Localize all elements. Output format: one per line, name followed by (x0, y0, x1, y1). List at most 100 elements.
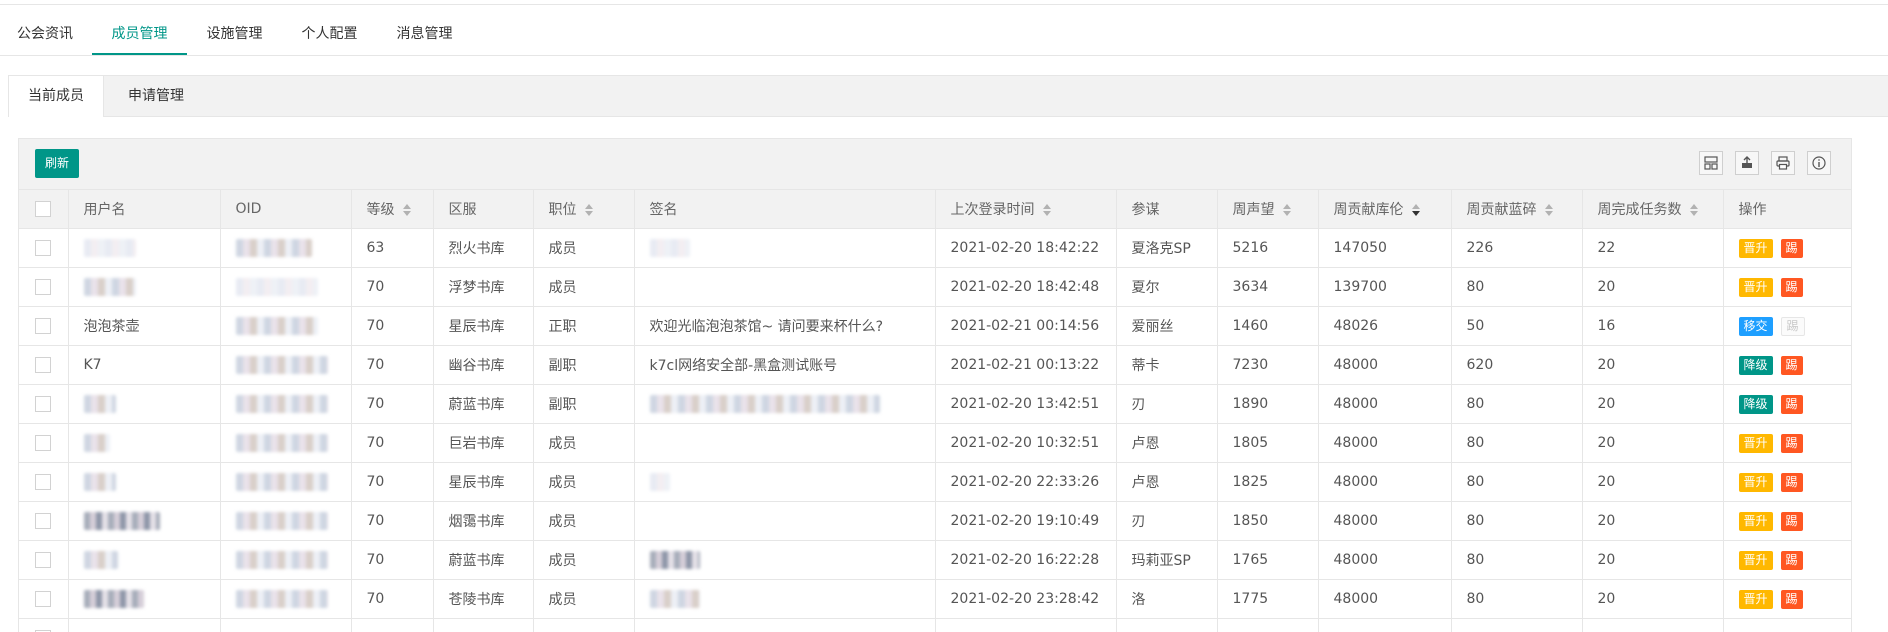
cell-level: 70 (351, 502, 433, 541)
sort-icon[interactable] (1043, 204, 1051, 216)
col-position[interactable]: 职位 (533, 190, 634, 229)
kick-button[interactable]: 踢 (1781, 356, 1803, 375)
member-table-container: 刷新 用户名 OID 等级 区服 职位 (18, 138, 1852, 632)
table-row[interactable]: 70巨岩书库成员2021-02-20 10:32:51卢恩18054800080… (19, 424, 1851, 463)
kick-button[interactable]: 踢 (1781, 512, 1803, 531)
kick-button[interactable]: 踢 (1781, 239, 1803, 258)
cell-weekly-rep: 1460 (1217, 307, 1318, 346)
sort-icon[interactable] (585, 204, 593, 216)
select-all-checkbox[interactable] (19, 190, 68, 229)
promote-button[interactable]: 晋升 (1739, 512, 1773, 531)
table-row[interactable]: K770幽谷书库副职k7cl网络安全部-黑盒测试账号2021-02-21 00:… (19, 346, 1851, 385)
cell-weekly-tasks: 20 (1582, 268, 1723, 307)
row-checkbox[interactable] (19, 541, 68, 580)
export-icon[interactable] (1735, 151, 1759, 175)
col-last-login[interactable]: 上次登录时间 (935, 190, 1116, 229)
sort-icon[interactable] (1283, 204, 1291, 216)
kick-button[interactable]: 踢 (1781, 551, 1803, 570)
col-weekly-tasks[interactable]: 周完成任务数 (1582, 190, 1723, 229)
table-row[interactable]: 70浮梦书库成员2021-02-20 18:42:48夏尔36341397008… (19, 268, 1851, 307)
cell-weekly-rep: 7230 (1217, 346, 1318, 385)
tab-member-management[interactable]: 成员管理 (92, 16, 187, 55)
table-row[interactable] (19, 619, 1851, 632)
table-row[interactable]: 70蔚蓝书库副职2021-02-20 13:42:51刃189048000802… (19, 385, 1851, 424)
cell-level: 70 (351, 307, 433, 346)
promote-button[interactable]: 晋升 (1739, 590, 1773, 609)
kick-button[interactable]: 踢 (1781, 395, 1803, 414)
row-checkbox[interactable] (19, 229, 68, 268)
tab-facility-management[interactable]: 设施管理 (187, 16, 282, 53)
redacted-oid (236, 434, 328, 452)
sort-desc-icon[interactable] (1412, 204, 1420, 216)
row-checkbox[interactable] (19, 268, 68, 307)
sort-icon[interactable] (1545, 204, 1553, 216)
cell-weekly-tasks: 16 (1582, 307, 1723, 346)
row-checkbox[interactable] (19, 580, 68, 619)
tab-application-management[interactable]: 申请管理 (111, 76, 201, 116)
cell-weekly-blue: 226 (1451, 229, 1582, 268)
cell-signature (634, 268, 935, 307)
redacted-username (84, 395, 116, 413)
demote-button[interactable]: 降级 (1739, 356, 1773, 375)
promote-button[interactable]: 晋升 (1739, 278, 1773, 297)
promote-button[interactable]: 晋升 (1739, 551, 1773, 570)
cell-position: 成员 (533, 268, 634, 307)
print-icon[interactable] (1771, 151, 1795, 175)
col-weekly-coulomb[interactable]: 周贡献库伦 (1318, 190, 1451, 229)
tab-guild-info[interactable]: 公会资讯 (0, 16, 90, 53)
kick-button[interactable]: 踢 (1781, 317, 1805, 336)
promote-button[interactable]: 晋升 (1739, 239, 1773, 258)
cell-server: 烟霭书库 (433, 502, 533, 541)
sub-tab-bar: 当前成员 申请管理 (8, 75, 1888, 117)
cell-level: 70 (351, 424, 433, 463)
table-body: 63烈火书库成员2021-02-20 18:42:22夏洛克SP52161470… (19, 229, 1851, 632)
cell-actions: 晋升踢 (1723, 580, 1851, 619)
col-weekly-blue[interactable]: 周贡献蓝碎 (1451, 190, 1582, 229)
cell-advisor: 玛莉亚SP (1116, 541, 1217, 580)
row-checkbox[interactable] (19, 424, 68, 463)
cell-oid (220, 580, 351, 619)
demote-button[interactable]: 降级 (1739, 395, 1773, 414)
promote-button[interactable]: 晋升 (1739, 434, 1773, 453)
table-cell (1451, 619, 1582, 632)
row-checkbox[interactable] (19, 502, 68, 541)
table-row[interactable]: 70蔚蓝书库成员2021-02-20 16:22:28玛莉亚SP17654800… (19, 541, 1851, 580)
col-level[interactable]: 等级 (351, 190, 433, 229)
table-cell (1723, 619, 1851, 632)
tab-current-members[interactable]: 当前成员 (9, 76, 104, 117)
col-weekly-rep[interactable]: 周声望 (1217, 190, 1318, 229)
row-checkbox[interactable] (19, 619, 68, 632)
cell-weekly-tasks: 20 (1582, 541, 1723, 580)
kick-button[interactable]: 踢 (1781, 278, 1803, 297)
top-border (0, 0, 1888, 5)
cell-server: 巨岩书库 (433, 424, 533, 463)
promote-button[interactable]: 晋升 (1739, 473, 1773, 492)
sort-icon[interactable] (403, 204, 411, 216)
sort-icon[interactable] (1690, 204, 1698, 216)
row-checkbox[interactable] (19, 463, 68, 502)
tab-message-management[interactable]: 消息管理 (377, 16, 472, 53)
row-checkbox[interactable] (19, 307, 68, 346)
row-checkbox[interactable] (19, 385, 68, 424)
kick-button[interactable]: 踢 (1781, 590, 1803, 609)
tab-personal-settings[interactable]: 个人配置 (282, 16, 377, 53)
col-last-login-label: 上次登录时间 (951, 202, 1035, 218)
table-row[interactable]: 泡泡茶壶70星辰书库正职欢迎光临泡泡茶馆~ 请问要来杯什么?2021-02-21… (19, 307, 1851, 346)
table-row[interactable]: 70苍陵书库成员2021-02-20 23:28:42洛177548000802… (19, 580, 1851, 619)
table-row[interactable]: 70烟霭书库成员2021-02-20 19:10:49刃185048000802… (19, 502, 1851, 541)
kick-button[interactable]: 踢 (1781, 473, 1803, 492)
table-row[interactable]: 63烈火书库成员2021-02-20 18:42:22夏洛克SP52161470… (19, 229, 1851, 268)
info-icon[interactable] (1807, 151, 1831, 175)
cell-weekly-rep: 1805 (1217, 424, 1318, 463)
cell-last-login: 2021-02-20 18:42:22 (935, 229, 1116, 268)
cell-last-login: 2021-02-20 10:32:51 (935, 424, 1116, 463)
cell-server: 苍陵书库 (433, 580, 533, 619)
redacted-oid (236, 512, 328, 530)
kick-button[interactable]: 踢 (1781, 434, 1803, 453)
refresh-button[interactable]: 刷新 (35, 149, 79, 178)
columns-icon[interactable] (1699, 151, 1723, 175)
table-row[interactable]: 70星辰书库成员2021-02-20 22:33:26卢恩18254800080… (19, 463, 1851, 502)
row-checkbox[interactable] (19, 346, 68, 385)
transfer-button[interactable]: 移交 (1739, 317, 1773, 336)
cell-oid (220, 268, 351, 307)
